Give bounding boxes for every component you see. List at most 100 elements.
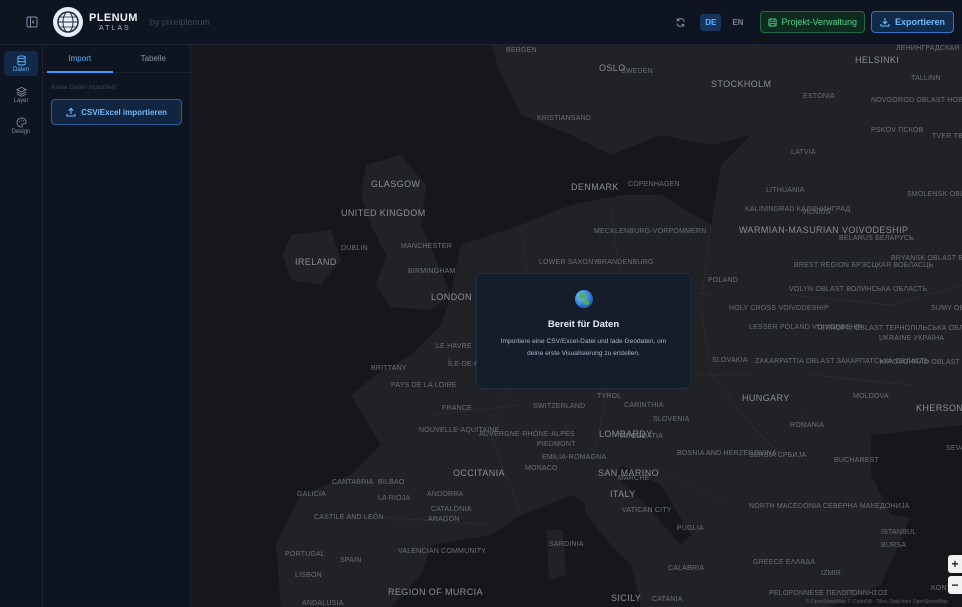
map-place-label: SWITZERLAND — [533, 403, 586, 410]
rail-item-layer[interactable]: Layer — [4, 82, 38, 107]
header-actions: DE EN Projekt-Verwaltung Exportieren — [670, 11, 962, 33]
map-place-label: DUBLIN — [341, 245, 368, 252]
map-place-label: NORTH MACEDONIA СЕВЕРНА МАКЕДОНИЈА — [749, 503, 910, 510]
map-place-label: PIEDMONT — [537, 441, 576, 448]
map-place-label: ANDALUSIA — [302, 600, 344, 607]
lang-en-button[interactable]: EN — [727, 14, 748, 31]
map-place-label: CROATIA — [631, 433, 663, 440]
rail-item-daten[interactable]: Daten — [4, 51, 38, 76]
map-place-label: IZMIR — [821, 570, 842, 577]
map-place-label: VOLYN OBLAST ВОЛИНСЬКА ОБЛАСТЬ — [789, 286, 928, 293]
top-header: PLENUM ATLAS by pixelplenum DE EN Projek… — [0, 0, 962, 45]
map-place-label: MONACO — [525, 465, 558, 472]
map-place-label: BREST REGION БРЭСЦКАЯ ВОБЛАСЦЬ — [794, 262, 934, 269]
nav-rail: Daten Layer Design — [0, 45, 43, 607]
map-place-label: SICILY — [611, 593, 642, 603]
map-place-label: GLASGOW — [371, 179, 421, 189]
empty-state-text: Importiere eine CSV/Excel-Datei und lade… — [500, 338, 667, 357]
map-place-label: SLOVAKIA — [712, 357, 748, 364]
map-place-label: MARCHE — [618, 475, 650, 482]
brand-name: PLENUM — [89, 11, 138, 24]
rail-item-design[interactable]: Design — [4, 113, 38, 138]
map-place-label: CALABRIA — [668, 565, 705, 572]
map-place-label: LA RIOJA — [378, 495, 411, 502]
map-place-label: LE HAVRE — [436, 343, 472, 350]
map-place-label: IRELAND — [295, 257, 337, 267]
map-place-label: CATALONIA — [431, 506, 472, 513]
map-place-label: KHERSON OBLAST ХЕРСОНСЬКА ОБЛАСТЬ — [916, 403, 962, 413]
map-place-label: ESTONIA — [803, 93, 836, 100]
data-panel: Import Tabelle Keine Daten importiert CS… — [43, 45, 191, 607]
map-place-label: SERBIA СРБИЈА — [749, 452, 807, 459]
refresh-icon — [676, 17, 685, 27]
map-place-label: PELOPONNESE ΠΕΛΟΠΌΝΝΗΣΟΣ — [769, 590, 889, 597]
map-place-label: SLOVENIA — [653, 416, 690, 423]
import-csv-label: CSV/Excel importieren — [81, 107, 167, 117]
zoom-in-button[interactable]: + — [948, 555, 962, 573]
refresh-button[interactable] — [670, 12, 690, 32]
map-attribution: © OpenStreetMap © CartoDB · Tiles, Data … — [805, 599, 948, 605]
map-place-label: ANDORRA — [427, 491, 464, 498]
map-place-label: PORTUGAL — [285, 551, 325, 558]
map-place-label: SPAIN — [340, 557, 362, 564]
map-place-label: STOCKHOLM — [711, 79, 772, 89]
map-place-label: SUMY OBLAST СУМСЬКА ОБЛАСТЬ — [931, 305, 962, 312]
map-place-label: MOLDOVA — [853, 393, 889, 400]
map-place-label: BURSA — [881, 542, 907, 549]
export-label: Exportieren — [894, 17, 945, 27]
project-management-button[interactable]: Projekt-Verwaltung — [760, 11, 865, 33]
map-place-label: LONDON — [431, 292, 472, 302]
tab-tabelle[interactable]: Tabelle — [117, 45, 191, 72]
map-place-label: BRANDENBURG — [597, 259, 654, 266]
map-place-label: LOWER SAXONY — [539, 259, 599, 266]
lang-de-button[interactable]: DE — [700, 13, 722, 31]
map-place-label: PAYS DE LA LOIRE — [391, 382, 457, 389]
map-place-label: CARINTHIA — [624, 402, 664, 409]
map-place-label: PSKOV ПСКОВ — [871, 127, 924, 134]
map-place-label: HUNGARY — [742, 393, 790, 403]
map-place-label: TERNOPIL OBLAST ТЕРНОПІЛЬСЬКА ОБЛАСТЬ — [816, 325, 962, 332]
byline: by pixelplenum — [149, 17, 210, 27]
map-place-label: KRISTIANSAND — [537, 115, 592, 122]
map-place-label: TALLINN — [911, 75, 941, 82]
map-place-label: CASTILE AND LEÓN — [314, 514, 384, 521]
map-place-label: WARMIAN-MASURIAN VOIVODESHIP — [739, 225, 909, 235]
map-place-label: VILNIUS — [802, 209, 831, 216]
map-place-label: LISBON — [295, 572, 322, 579]
export-button[interactable]: Exportieren — [870, 11, 954, 33]
map-place-label: SWEDEN — [621, 68, 653, 75]
map-place-label: SMOLENSK OBLAST СМОЛЕНСКАЯ ОБЛАСТЬ — [907, 191, 962, 198]
empty-data-note: Keine Daten importiert — [51, 84, 116, 91]
logo — [53, 7, 83, 37]
map-place-label: GREECE ΕΛΛΆΔΑ — [753, 559, 816, 566]
map-place-label: KALININGRAD КАЛИНИНГРАД — [745, 206, 851, 213]
map-place-label: SARDINIA — [549, 541, 584, 548]
map-place-label: BELARUS БЕЛАРУСЬ — [839, 235, 914, 242]
map-place-label: OCCITANIA — [453, 468, 505, 478]
brand: PLENUM ATLAS — [89, 11, 138, 32]
map-place-label: LATVIA — [791, 149, 816, 156]
map-place-label: VALENCIAN COMMUNITY — [398, 548, 487, 555]
map-place-label: HOLY CROSS VOIVODESHIP — [729, 305, 829, 312]
sidebar-toggle-button[interactable] — [22, 12, 42, 32]
tab-import[interactable]: Import — [43, 45, 117, 73]
map-place-label: HELSINKI — [855, 55, 900, 65]
zoom-out-button[interactable]: − — [948, 576, 962, 594]
sidebar-toggle-icon — [26, 16, 38, 28]
database-icon — [16, 55, 26, 66]
map-view[interactable]: BERGEN OSLO SWEDEN STOCKHOLM HELSINKI ЛЕНИНГР… — [191, 45, 962, 607]
map-place-label: REGION OF MURCIA — [388, 587, 483, 597]
map-place-label: CANTABRIA — [332, 479, 374, 486]
layers-icon — [15, 86, 27, 97]
app-root: PLENUM ATLAS by pixelplenum DE EN Projek… — [0, 0, 962, 607]
map-place-label: BILBAO — [378, 479, 405, 486]
map-place-label: BIRMINGHAM — [408, 268, 456, 275]
rail-label-daten: Daten — [12, 67, 29, 73]
map-place-label: BRITTANY — [371, 365, 407, 372]
empty-state-title: Bereit für Daten — [547, 319, 620, 330]
import-csv-button[interactable]: CSV/Excel importieren — [51, 99, 182, 125]
panel-tabs: Import Tabelle — [43, 45, 190, 73]
map-place-label: UKRAINE УКРАЇНА — [879, 335, 945, 342]
brand-subtitle: ATLAS — [99, 24, 131, 32]
upload-icon — [66, 107, 76, 117]
